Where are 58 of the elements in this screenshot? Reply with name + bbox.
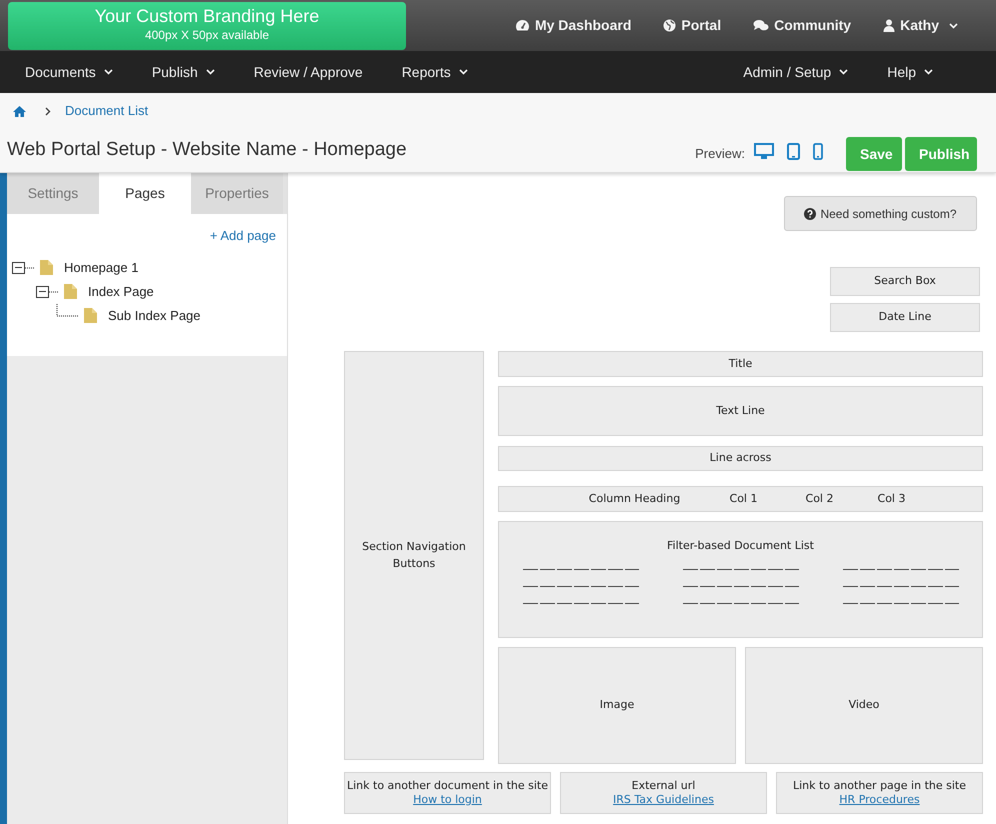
top-nav-link[interactable]: Community [753, 15, 852, 36]
column-heading: Col 1 [728, 490, 758, 507]
gauge-icon [514, 19, 530, 32]
tree-item[interactable]: Index Page [88, 282, 154, 302]
tree-item[interactable]: Sub Index Page [108, 306, 201, 326]
file-icon [64, 284, 77, 299]
top-nav-link[interactable]: Portal [663, 15, 722, 36]
tablet-icon[interactable] [787, 142, 800, 160]
media-block: Image [498, 647, 736, 764]
widget-block: Title [498, 351, 983, 377]
tree-connector-icon [56, 304, 78, 318]
column-heading: Column Heading [588, 490, 682, 507]
breadcrumb-link[interactable]: Document List [65, 101, 148, 121]
chevron-right-icon [45, 106, 51, 116]
top-nav-link[interactable]: My Dashboard [514, 15, 632, 36]
menu-item[interactable]: Admin / Setup [743, 62, 848, 82]
help-icon [804, 208, 816, 220]
block-label: Filter-based Document List [667, 538, 814, 554]
column-heading: Col 3 [876, 490, 906, 507]
file-icon [40, 260, 53, 275]
phone-icon[interactable] [813, 142, 823, 160]
file-icon [84, 308, 97, 323]
branding-title: Your Custom Branding Here [94, 4, 320, 28]
preview-label: Preview: [695, 145, 745, 164]
chat-bubbles-icon [753, 19, 770, 32]
tree-connector-icon [49, 290, 58, 292]
page-title: Web Portal Setup - Website Name - Homepage [7, 138, 407, 162]
media-block: Video [745, 647, 983, 764]
block-link[interactable]: How to login [413, 793, 482, 807]
widget-block: Date Line [830, 303, 980, 332]
home-icon [13, 106, 26, 116]
block-label: Link to another page in the site [793, 779, 966, 793]
custom-request-button[interactable]: Need something custom? [784, 196, 977, 231]
block-label: Link to another document in the site [346, 779, 548, 793]
widget-block: Search Box [830, 267, 980, 296]
add-page-link[interactable]: + Add page [210, 226, 276, 246]
menu-item[interactable]: Documents [25, 62, 113, 82]
globe-icon [663, 19, 676, 32]
widget-block: Line across [498, 446, 983, 471]
branding-subtitle: 400px X 50px available [144, 28, 270, 42]
block-link[interactable]: HR Procedures [839, 793, 920, 807]
menu-item[interactable]: Reports [402, 62, 468, 82]
block-link[interactable]: IRS Tax Guidelines [613, 793, 714, 807]
menu-item[interactable]: Help [887, 62, 933, 82]
desktop-icon[interactable] [754, 142, 774, 160]
block-label: Section Navigation Buttons [361, 539, 467, 572]
menu-item[interactable]: Publish [152, 62, 215, 82]
menu-item[interactable]: Review / Approve [254, 62, 363, 82]
user-icon [883, 19, 896, 32]
collapse-toggle[interactable] [12, 262, 25, 274]
widget-block: Text Line [498, 386, 983, 436]
collapse-toggle[interactable] [36, 286, 49, 298]
column-heading: Col 2 [804, 490, 834, 507]
block-label: External url [632, 779, 696, 793]
top-nav-link[interactable]: Kathy [883, 15, 958, 36]
tree-connector-icon [25, 266, 34, 268]
sidebar-tab[interactable]: Pages [99, 173, 191, 214]
tree-item[interactable]: Homepage 1 [64, 258, 138, 278]
